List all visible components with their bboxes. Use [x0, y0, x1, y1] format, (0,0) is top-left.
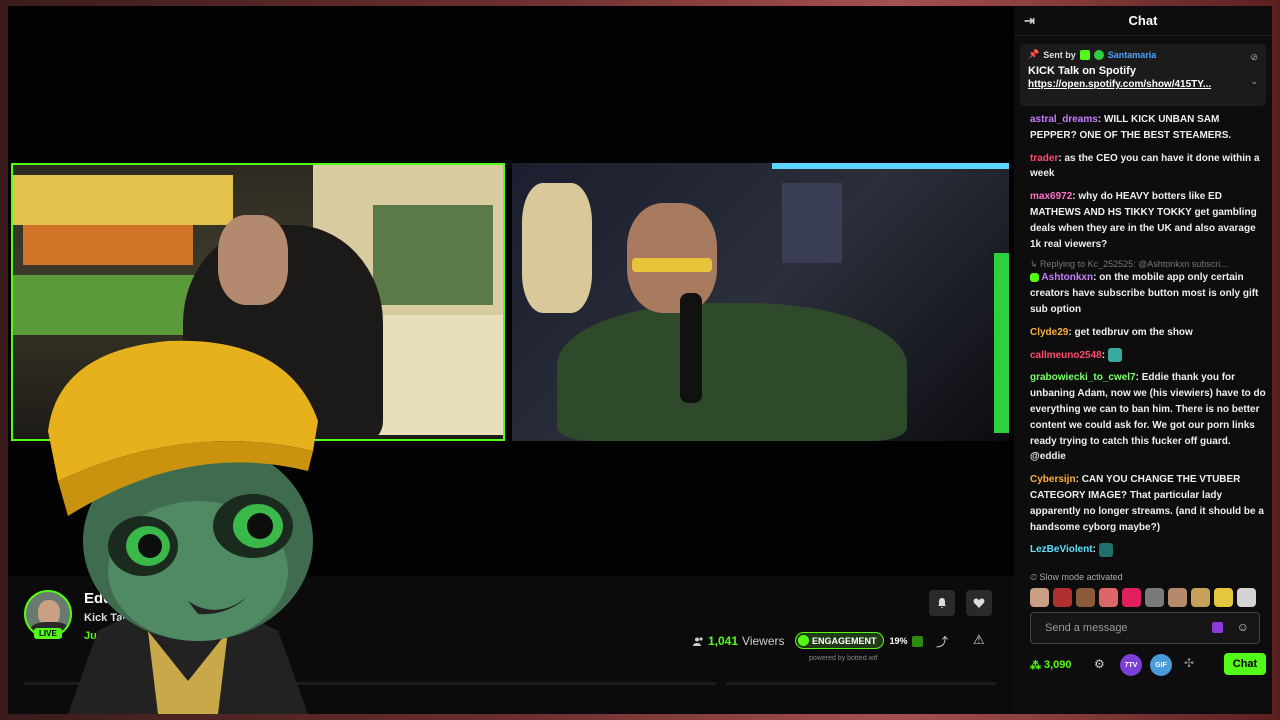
pin-icon: 📌: [1028, 49, 1040, 59]
collapse-chat-icon[interactable]: ⇥: [1024, 13, 1035, 29]
chat-text: Eddie thank you for unbaning Adam, now w…: [1030, 372, 1266, 463]
chat-username[interactable]: LezBeViolent: [1030, 544, 1093, 555]
chat-actions: ⁂ 3,090 ⚙ 7TV GIF ✣ Chat: [1030, 653, 1266, 677]
emote-icon[interactable]: [1168, 588, 1187, 607]
chat-panel: ⇥ Chat 📌 Sent by Santamaria KICK Talk on…: [1014, 6, 1272, 714]
chat-message: callmeuno2548:: [1030, 347, 1266, 364]
emote-icon[interactable]: [1076, 588, 1095, 607]
engagement-icon: [798, 635, 809, 646]
pinned-message[interactable]: 📌 Sent by Santamaria KICK Talk on Spotif…: [1020, 44, 1266, 106]
chat-username[interactable]: max6972: [1030, 191, 1072, 202]
vtuber-alien-avatar: [48, 340, 318, 714]
viewers-icon: [693, 636, 703, 646]
settings-gear-icon[interactable]: ⚙: [1094, 657, 1105, 671]
pinned-sent-by-label: Sent by: [1043, 49, 1076, 60]
viewer-count-label: Viewers: [742, 634, 785, 648]
chat-title: Chat: [1128, 13, 1158, 28]
points-icon: ⁂: [1030, 659, 1041, 672]
chat-message: Clyde29: get tedbruv om the show: [1030, 326, 1193, 338]
emote-icon[interactable]: [1191, 588, 1210, 607]
chat-username[interactable]: Clyde29: [1030, 327, 1068, 338]
extension-icon[interactable]: ✣: [1184, 656, 1194, 670]
chat-username[interactable]: trader: [1030, 153, 1058, 164]
share-icon[interactable]: ⤴: [936, 633, 948, 650]
emote-quick-row: [1030, 588, 1256, 607]
verified-badge-icon: [1093, 49, 1104, 60]
viewer-count: 1,041 Viewers: [693, 634, 785, 648]
channel-points[interactable]: ⁂ 3,090: [1030, 659, 1072, 672]
chat-message: trader: as the CEO you can have it done …: [1030, 152, 1260, 180]
bell-icon: [938, 598, 946, 609]
emote-icon[interactable]: [1237, 588, 1256, 607]
chat-text: get tedbruv om the show: [1074, 326, 1193, 338]
chat-message: Ashtonkxn: on the mobile app only certai…: [1030, 272, 1259, 315]
report-icon[interactable]: ⚠: [973, 632, 985, 648]
chat-message: LezBeViolent:: [1030, 542, 1266, 558]
7tv-button[interactable]: 7TV: [1120, 654, 1142, 676]
chat-username[interactable]: grabowiecki_to_cwel7: [1030, 372, 1136, 383]
emote-icon[interactable]: [1053, 588, 1072, 607]
chat-input-placeholder: Send a message: [1045, 622, 1128, 634]
viewer-count-value: 1,041: [708, 634, 739, 648]
kick-stream-page: LIVE Eddie Kick Talk Epis Just Chatti 1,…: [8, 6, 1272, 714]
emote-icon[interactable]: [1145, 588, 1164, 607]
subscriber-badge-icon: [1030, 273, 1039, 283]
chevron-down-icon[interactable]: ⌄: [1250, 76, 1258, 87]
chat-message-list: astral_dreams: WILL KICK UNBAN SAM PEPPE…: [1030, 112, 1266, 565]
sub-emote-icon[interactable]: [1212, 622, 1223, 633]
heart-icon: [973, 598, 985, 608]
powered-by-text: powered by botted.wtf: [809, 655, 878, 662]
chat-username[interactable]: astral_dreams: [1030, 114, 1098, 125]
emote-icon[interactable]: [1030, 588, 1049, 607]
window-frame: LIVE Eddie Kick Talk Epis Just Chatti 1,…: [0, 0, 1280, 720]
gif-button[interactable]: GIF: [1150, 654, 1172, 676]
engagement-widget: ENGAGEMENT 19%: [795, 632, 908, 649]
webcam-right: [512, 163, 1009, 441]
unpin-icon[interactable]: ⊘: [1250, 52, 1258, 63]
emote-icon[interactable]: [1122, 588, 1141, 607]
chat-text: as the CEO you can have it done within a…: [1030, 152, 1260, 180]
points-value: 3,090: [1044, 659, 1072, 671]
notification-bell-button[interactable]: [929, 590, 955, 616]
chat-username[interactable]: Ashtonkxn: [1041, 272, 1093, 283]
pinned-link[interactable]: https://open.spotify.com/show/415TY...: [1028, 79, 1258, 90]
slow-mode-icon: ⏲: [1030, 572, 1038, 582]
pinned-sender[interactable]: Santamaria: [1108, 50, 1157, 60]
moderator-badge-icon: [1079, 49, 1090, 60]
follow-button[interactable]: [966, 590, 992, 616]
emote-icon[interactable]: [1099, 588, 1118, 607]
divider-right: [726, 682, 996, 685]
chat-message: max6972: why do HEAVY botters like ED MA…: [1030, 191, 1257, 250]
chat-username[interactable]: callmeuno2548: [1030, 350, 1102, 361]
emote-icon[interactable]: [1214, 588, 1233, 607]
engagement-value: 19%: [889, 635, 908, 646]
pinned-title: KICK Talk on Spotify: [1028, 65, 1136, 77]
chat-header: ⇥ Chat: [1014, 6, 1272, 36]
chat-message: Cybersiјn: CAN YOU CHANGE THE VTUBER CAT…: [1030, 474, 1264, 533]
chat-message: astral_dreams: WILL KICK UNBAN SAM PEPPE…: [1030, 114, 1232, 141]
slow-mode-notice: ⏲ Slow mode activated: [1030, 572, 1123, 583]
chat-username[interactable]: Cybersiјn: [1030, 474, 1076, 485]
reply-context[interactable]: ↳ Replying to Kc_252525: @Ashtonkxn subs…: [1030, 259, 1266, 270]
chat-input[interactable]: Send a message ☺: [1030, 612, 1260, 644]
slow-mode-text: Slow mode activated: [1039, 572, 1123, 582]
clip-icon[interactable]: [912, 636, 923, 647]
send-chat-button[interactable]: Chat: [1224, 653, 1266, 675]
reply-text: Replying to Kc_252525: @Ashtonkxn subscr…: [1040, 259, 1228, 270]
emote-icon: [1107, 347, 1122, 362]
emote-icon: [1098, 542, 1113, 557]
chat-message: grabowiecki_to_cwel7: Eddie thank you fo…: [1030, 372, 1266, 463]
emoji-icon[interactable]: ☺: [1237, 620, 1249, 634]
engagement-label: ENGAGEMENT: [812, 635, 877, 646]
